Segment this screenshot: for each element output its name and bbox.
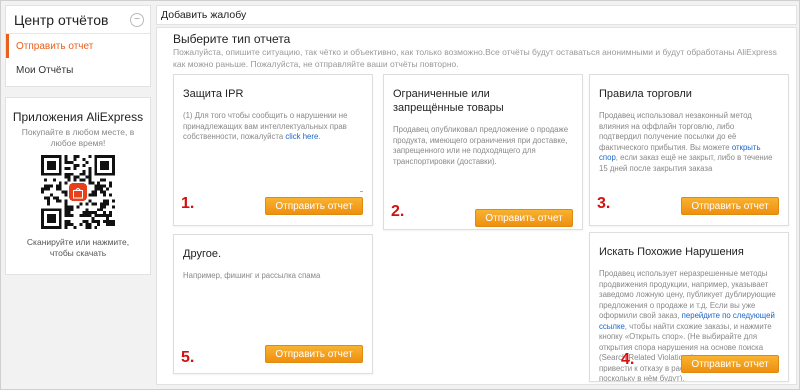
submit-report-button-ipr[interactable]: Отправить отчет [265,197,363,215]
qr-code-image [41,155,115,229]
app-scan-line2: чтобы скачать [49,248,107,258]
submit-report-button-restricted[interactable]: Отправить отчет [475,209,573,227]
page-frame: Центр отчётов − Отправить отчет Мои Отчё… [0,0,800,390]
annotation-marker-1: 1. [181,195,195,212]
main-panel: Выберите тип отчета Пожалуйста, опишите … [156,27,797,385]
report-card-trade-rules[interactable]: Правила торговли Продавец использовал не… [589,74,789,226]
annotation-marker-3: 3. [597,195,611,212]
card-title: Защита IPR [183,88,244,100]
sidebar-item-my-reports[interactable]: Мои Отчёты [6,58,150,82]
sidebar-item-submit-report[interactable]: Отправить отчет [6,34,150,58]
sidebar: Центр отчётов − Отправить отчет Мои Отчё… [5,5,151,87]
app-scan-text: Сканируйте или нажмите, чтобы скачать [6,237,150,259]
card-description: Продавец опубликовал предложение о прода… [393,125,569,166]
card-text-end: , если заказ ещё не закрыт, либо в течен… [599,153,773,173]
annotation-marker-4: 4. [621,351,635,368]
collapse-icon[interactable]: − [130,12,144,27]
card-title: Искать Похожие Нарушения [599,246,744,258]
card-title: Другое. [183,248,222,260]
page-header: Добавить жалобу [156,5,797,25]
report-card-other[interactable]: Другое. Например, фишинг и рассылка спам… [173,234,373,374]
sidebar-title: Центр отчётов [14,11,109,28]
report-card-similar[interactable]: Искать Похожие Нарушения Продавец исполь… [589,232,789,382]
app-promo-title: Приложения AliExpress [12,110,144,124]
main-title: Выберите тип отчета [173,32,291,46]
page-header-title: Добавить жалобу [161,9,247,21]
submit-report-button-other[interactable]: Отправить отчет [265,345,363,363]
main-description: Пожалуйста, опишите ситуацию, так чётко … [173,47,777,69]
app-promo-subtitle-line1: Покупайте в любом месте, в [21,127,135,137]
card-title: Ограниченные или запрещённые товары [393,88,504,114]
divider-tick [360,191,363,192]
sidebar-header: Центр отчётов − [6,6,150,34]
app-promo-subtitle-line2: любое время! [50,138,106,148]
submit-report-button-trade[interactable]: Отправить отчет [681,197,779,215]
card-text: (1) Для того чтобы сообщить о нарушении … [183,111,348,141]
app-scan-line1: Сканируйте или нажмите, [26,237,130,247]
report-card-restricted[interactable]: Ограниченные или запрещённые товары Прод… [383,74,583,230]
card-description: Например, фишинг и рассылка спама [183,271,321,280]
app-promo: Приложения AliExpress Покупайте в любом … [5,97,151,275]
card-text-end: . [318,132,321,141]
card-description: (1) Для того чтобы сообщить о нарушении … [183,111,367,143]
submit-report-button-similar[interactable]: Отправить отчет [681,355,779,373]
annotation-marker-5: 5. [181,349,195,366]
card-title: Правила торговли [599,88,692,100]
click-here-link[interactable]: click here [285,132,318,141]
qr-code[interactable] [41,155,115,229]
sidebar-item-label: Отправить отчет [16,40,94,52]
app-promo-subtitle: Покупайте в любом месте, в любое время! [6,127,150,149]
card-text: Продавец использовал незаконный метод вл… [599,111,752,152]
report-card-ipr[interactable]: Защита IPR (1) Для того чтобы сообщить о… [173,74,373,226]
card-description: Продавец использовал незаконный метод вл… [599,111,777,174]
sidebar-item-label: Мои Отчёты [16,64,74,76]
annotation-marker-2: 2. [391,203,405,220]
